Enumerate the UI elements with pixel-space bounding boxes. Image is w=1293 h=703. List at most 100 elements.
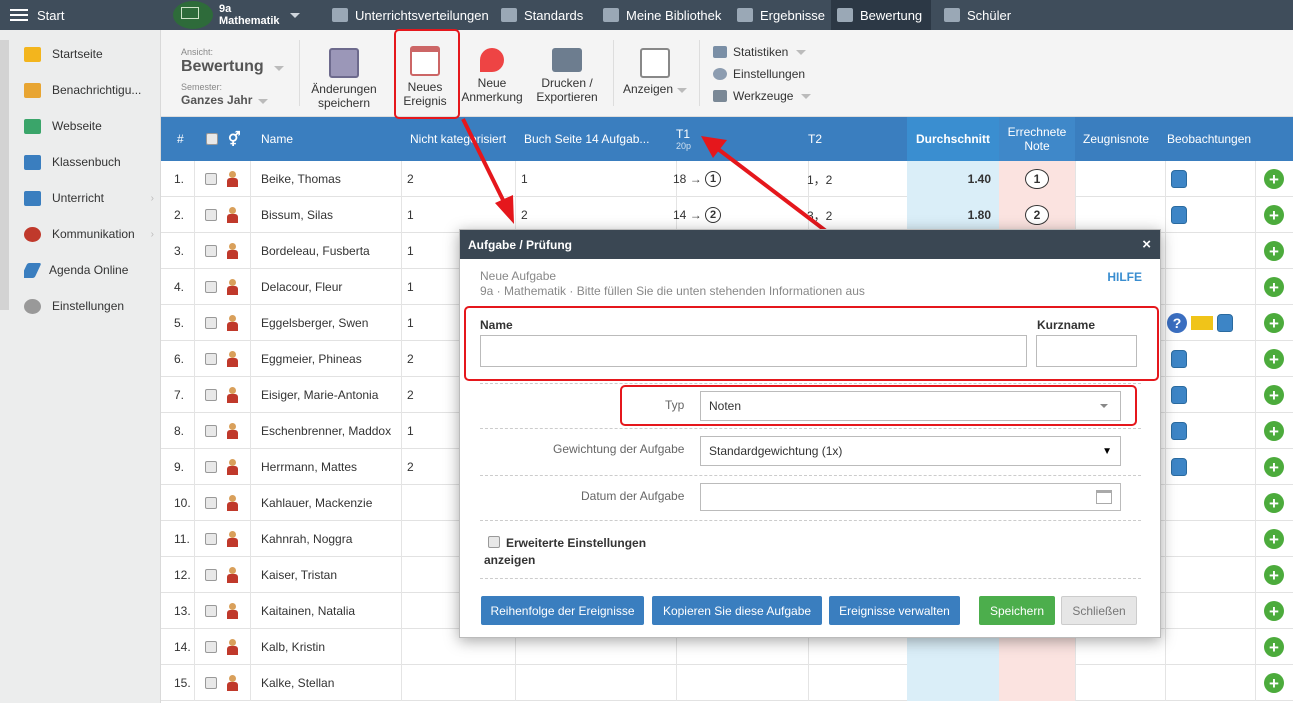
add-observation-button[interactable]: + <box>1264 197 1284 233</box>
backpack-icon[interactable] <box>1217 314 1233 332</box>
row-checkbox[interactable] <box>205 569 217 581</box>
student-name[interactable]: Delacour, Fleur <box>261 269 342 305</box>
sidebar-item-benachrichtigungen[interactable]: Benachrichtigu... <box>24 79 154 101</box>
add-observation-button[interactable]: + <box>1264 665 1284 701</box>
row-checkbox[interactable] <box>205 641 217 653</box>
select-all-checkbox[interactable] <box>206 133 218 145</box>
menu-icon[interactable] <box>10 9 28 21</box>
row-checkbox[interactable] <box>205 389 217 401</box>
new-note-button[interactable]: Neue Anmerkung <box>459 48 525 104</box>
semester-selector[interactable]: Ganzes Jahr <box>181 93 269 107</box>
sidebar-item-kommunikation[interactable]: Kommunikation › <box>24 223 154 245</box>
add-observation-button[interactable]: + <box>1264 161 1284 197</box>
nav-standards[interactable]: Standards <box>495 0 589 30</box>
add-observation-button[interactable]: + <box>1264 593 1284 629</box>
event-order-button[interactable]: Reihenfolge der Ereignisse <box>481 596 644 625</box>
grade-nicht-kategorisiert[interactable]: 2 <box>407 449 414 485</box>
grade-nicht-kategorisiert[interactable]: 2 <box>407 341 414 377</box>
sidebar-item-webseite[interactable]: Webseite <box>24 115 154 137</box>
view-selector[interactable]: Bewertung <box>181 58 284 76</box>
statistics-link[interactable]: Statistiken <box>713 45 807 59</box>
add-observation-button[interactable]: + <box>1264 233 1284 269</box>
grade-t2[interactable]: 1，2 <box>807 161 832 197</box>
grade-buch-seite[interactable]: 2 <box>521 197 528 233</box>
add-observation-button[interactable]: + <box>1264 413 1284 449</box>
question-icon[interactable]: ? <box>1167 313 1187 333</box>
backpack-icon[interactable] <box>1171 350 1187 368</box>
backpack-icon[interactable] <box>1171 458 1187 476</box>
grade-nicht-kategorisiert[interactable]: 2 <box>407 161 414 197</box>
advanced-settings-checkbox[interactable] <box>488 536 500 548</box>
class-selector[interactable]: 9a Mathematik <box>173 0 300 30</box>
backpack-icon[interactable] <box>1171 386 1187 404</box>
add-observation-button[interactable]: + <box>1264 269 1284 305</box>
sidebar-item-einstellungen[interactable]: Einstellungen <box>24 295 154 317</box>
row-checkbox[interactable] <box>205 461 217 473</box>
date-input[interactable] <box>700 483 1121 511</box>
advanced-settings-toggle[interactable]: Erweiterte Einstellungen anzeigen <box>484 535 646 569</box>
sidebar-item-klassenbuch[interactable]: Klassenbuch <box>24 151 154 173</box>
row-checkbox[interactable] <box>205 245 217 257</box>
tools-link[interactable]: Werkzeuge <box>713 89 812 103</box>
row-checkbox[interactable] <box>205 533 217 545</box>
grade-nicht-kategorisiert[interactable]: 1 <box>407 233 414 269</box>
col-buch-seite-14[interactable]: Buch Seite 14 Aufgab... <box>524 117 649 161</box>
student-name[interactable]: Eggelsberger, Swen <box>261 305 368 341</box>
col-nicht-kategorisiert[interactable]: Nicht kategorisiert <box>410 117 506 161</box>
grade-t1[interactable]: 14 → 2 <box>673 197 722 233</box>
add-observation-button[interactable]: + <box>1264 521 1284 557</box>
student-name[interactable]: Kahnrah, Noggra <box>261 521 352 557</box>
col-beobachtungen[interactable]: Beobachtungen <box>1167 117 1251 161</box>
student-name[interactable]: Kaitainen, Natalia <box>261 593 355 629</box>
grade-nicht-kategorisiert[interactable]: 1 <box>407 413 414 449</box>
envelope-icon[interactable] <box>1191 316 1213 330</box>
add-observation-button[interactable]: + <box>1264 629 1284 665</box>
row-checkbox[interactable] <box>205 605 217 617</box>
nav-bewertung[interactable]: Bewertung <box>831 0 931 30</box>
add-observation-button[interactable]: + <box>1264 557 1284 593</box>
settings-link[interactable]: Einstellungen <box>713 67 805 81</box>
grade-buch-seite[interactable]: 1 <box>521 161 528 197</box>
grade-nicht-kategorisiert[interactable]: 1 <box>407 197 414 233</box>
col-t1[interactable]: T1 20p <box>676 117 691 161</box>
row-checkbox[interactable] <box>205 173 217 185</box>
manage-events-button[interactable]: Ereignisse verwalten <box>829 596 960 625</box>
col-t2[interactable]: T2 <box>808 117 822 161</box>
nav-ergebnisse[interactable]: Ergebnisse <box>731 0 831 30</box>
grade-t2[interactable]: 3，2 <box>807 197 832 233</box>
student-name[interactable]: Eggmeier, Phineas <box>261 341 362 377</box>
row-checkbox[interactable] <box>205 425 217 437</box>
add-observation-button[interactable]: + <box>1264 485 1284 521</box>
grade-nicht-kategorisiert[interactable]: 1 <box>407 305 414 341</box>
col-name[interactable]: Name <box>261 117 293 161</box>
add-observation-button[interactable]: + <box>1264 305 1284 341</box>
help-link[interactable]: HILFE <box>1107 270 1142 284</box>
student-name[interactable]: Eisiger, Marie-Antonia <box>261 377 378 413</box>
close-button[interactable]: Schließen <box>1061 596 1137 625</box>
weight-select[interactable]: Standardgewichtung (1x) ▼ <box>700 436 1121 466</box>
save-changes-button[interactable]: Änderungen speichern <box>309 48 379 110</box>
student-name[interactable]: Kaiser, Tristan <box>261 557 337 593</box>
row-checkbox[interactable] <box>205 677 217 689</box>
row-checkbox[interactable] <box>205 317 217 329</box>
grade-t1[interactable]: 18 → 1 <box>673 161 722 197</box>
row-checkbox[interactable] <box>205 497 217 509</box>
add-observation-button[interactable]: + <box>1264 449 1284 485</box>
col-errechnete-note[interactable]: Errechnete Note <box>999 117 1075 161</box>
sidebar-item-unterricht[interactable]: Unterricht › <box>24 187 154 209</box>
backpack-icon[interactable] <box>1171 206 1187 224</box>
col-durchschnitt[interactable]: Durchschnitt <box>907 117 999 161</box>
add-observation-button[interactable]: + <box>1264 341 1284 377</box>
save-button[interactable]: Speichern <box>979 596 1055 625</box>
name-input[interactable] <box>480 335 1027 367</box>
student-name[interactable]: Eschenbrenner, Maddox <box>261 413 391 449</box>
nav-schueler[interactable]: Schüler <box>938 0 1017 30</box>
print-export-button[interactable]: Drucken / Exportieren <box>531 48 603 104</box>
start-button[interactable]: Start <box>10 0 64 30</box>
grade-nicht-kategorisiert[interactable]: 2 <box>407 377 414 413</box>
calendar-icon[interactable] <box>1096 490 1112 504</box>
add-observation-button[interactable]: + <box>1264 377 1284 413</box>
show-menu-button[interactable]: Anzeigen <box>621 48 689 96</box>
nav-unterrichtsverteilungen[interactable]: Unterrichtsverteilungen <box>326 0 495 30</box>
copy-task-button[interactable]: Kopieren Sie diese Aufgabe <box>652 596 822 625</box>
